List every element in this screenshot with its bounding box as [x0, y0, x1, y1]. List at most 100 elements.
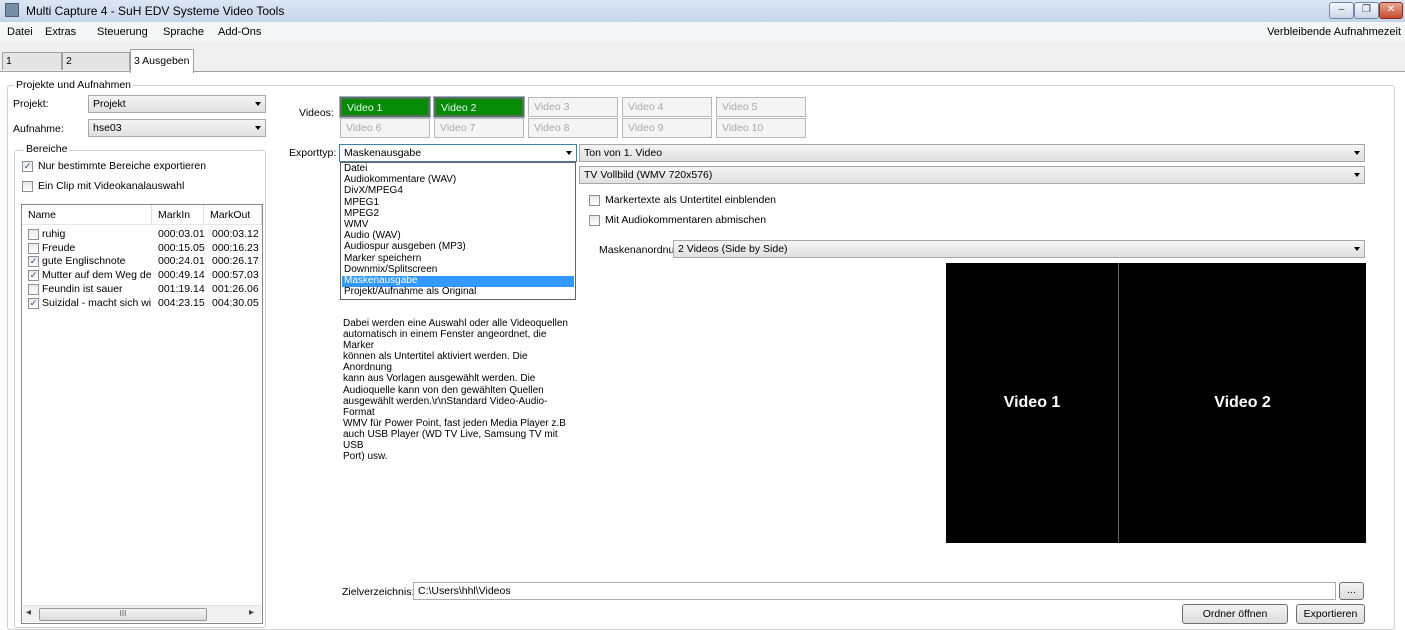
format-combo[interactable]: TV Vollbild (WMV 720x576): [579, 166, 1365, 184]
tab-anschauen[interactable]: 2 Anschauen: [62, 52, 130, 84]
tab-aufnahme[interactable]: 1 Aufnahme: [2, 52, 62, 84]
dropdown-option[interactable]: Datei: [342, 163, 574, 175]
only-selected-label: Nur bestimmte Bereiche exportieren: [38, 160, 207, 172]
row-name: Feundin ist sauer: [42, 282, 123, 295]
target-dir-input[interactable]: C:\Users\hhl\Videos: [413, 582, 1336, 600]
row-markin: 000:15.05: [158, 241, 205, 254]
dropdown-option[interactable]: Audiospur ausgeben (MP3): [342, 242, 574, 253]
row-checkbox[interactable]: [28, 229, 39, 240]
dropdown-option[interactable]: MPEG2: [342, 208, 574, 220]
chevron-down-icon: [255, 102, 261, 106]
marker-subtitle-checkbox[interactable]: [589, 195, 600, 206]
chevron-down-icon: [1354, 247, 1360, 251]
scroll-thumb[interactable]: III: [39, 608, 207, 621]
row-markout: 001:26.06: [212, 282, 259, 295]
chevron-down-icon: [255, 126, 261, 130]
list-item[interactable]: ✓ Mutter auf dem Weg de... 000:49.14 000:57…: [22, 269, 262, 282]
export-type-dropdown-list[interactable]: Datei Audiokommentare (WAV) DivX/MPEG4 MPEG…: [340, 162, 576, 300]
dropdown-option[interactable]: DivX/MPEG4: [342, 186, 574, 197]
mix-audio-label: Mit Audiokommentaren abmischen: [605, 214, 767, 226]
chevron-down-icon: [566, 151, 572, 155]
audio-source-combo[interactable]: Ton von 1. Video: [579, 144, 1365, 162]
list-item[interactable]: Freude 000:15.05 000:16.23: [22, 242, 262, 255]
menu-steuerung[interactable]: Steuerung: [97, 26, 148, 38]
dropdown-option[interactable]: WMV: [342, 219, 574, 231]
video-button-2[interactable]: Video 2: [433, 96, 525, 118]
row-checkbox[interactable]: ✓: [28, 297, 39, 309]
app-icon: [5, 3, 19, 17]
projects-group-label: Projekte und Aufnahmen: [14, 79, 133, 91]
close-button[interactable]: ✕: [1379, 2, 1403, 19]
column-header-name[interactable]: Name: [22, 205, 152, 225]
dropdown-option[interactable]: Audiokommentare (WAV): [342, 174, 574, 186]
row-markin: 000:03.01: [158, 228, 205, 240]
list-item[interactable]: ruhig 000:03.01 000:03.12: [22, 228, 262, 241]
preview-video-1: Video 1: [1003, 394, 1061, 411]
export-type-value: Maskenausgabe: [344, 147, 422, 159]
row-markout: 004:30.05: [212, 296, 259, 309]
minimize-button[interactable]: –: [1329, 2, 1354, 19]
video-button-7[interactable]: Video 7: [434, 118, 524, 138]
row-name: Mutter auf dem Weg de...: [42, 269, 152, 282]
row-markout: 000:16.23: [212, 241, 259, 254]
export-description: Dabei werden eine Auswahl oder alle Vide…: [343, 318, 568, 463]
row-markout: 000:26.17: [212, 255, 259, 268]
row-name: Freude: [42, 241, 76, 254]
export-type-combo[interactable]: Maskenausgabe: [339, 144, 577, 162]
video-button-5[interactable]: Video 5: [716, 97, 806, 117]
one-clip-checkbox[interactable]: [22, 181, 33, 192]
list-item[interactable]: ✓ Suizidal - macht sich wi... 004:23.15 004…: [22, 297, 262, 310]
tab-ausgeben[interactable]: 3 Ausgeben: [130, 49, 194, 73]
menu-extras[interactable]: Extras: [45, 26, 76, 38]
open-folder-button[interactable]: Ordner öffnen: [1182, 604, 1288, 624]
export-button[interactable]: Exportieren: [1296, 604, 1365, 624]
row-checkbox[interactable]: [28, 283, 39, 295]
recording-label: Aufnahme:: [13, 123, 64, 135]
row-checkbox[interactable]: [28, 242, 39, 254]
row-checkbox[interactable]: ✓: [28, 270, 39, 282]
dropdown-option[interactable]: Downmix/Splitscreen: [342, 264, 574, 276]
horizontal-scrollbar[interactable]: ◂ III ▸: [23, 605, 261, 622]
menu-add-ons[interactable]: Add-Ons: [218, 26, 261, 38]
video-button-4[interactable]: Video 4: [622, 97, 712, 117]
list-item[interactable]: Feundin ist sauer 001:19.14 001:26.06: [22, 283, 262, 296]
browse-button[interactable]: ...: [1339, 582, 1364, 600]
remaining-time-label: Verbleibende Aufnahmezeit: [1267, 26, 1401, 38]
video-button-8[interactable]: Video 8: [528, 118, 618, 138]
mix-audio-checkbox[interactable]: [589, 215, 600, 226]
mask-arrangement-combo[interactable]: 2 Videos (Side by Side): [673, 240, 1365, 258]
dropdown-option[interactable]: Audio (WAV): [342, 230, 574, 242]
menu-bar: Datei Extras Steuerung Sprache Add-Ons V…: [0, 22, 1405, 42]
dropdown-option[interactable]: Marker speichern: [342, 253, 574, 265]
video-button-3[interactable]: Video 3: [528, 97, 618, 117]
only-selected-checkbox[interactable]: ✓: [22, 161, 33, 172]
recording-combo-value: hse03: [93, 122, 122, 134]
dropdown-option[interactable]: Maskenausgabe: [342, 275, 574, 287]
row-markout: 000:03.12: [212, 228, 259, 240]
row-markin: 000:24.01: [158, 255, 205, 268]
project-combo[interactable]: Projekt: [88, 95, 266, 113]
videos-label: Videos:: [299, 107, 334, 119]
menu-datei[interactable]: Datei: [7, 26, 33, 38]
video-button-9[interactable]: Video 9: [622, 118, 712, 138]
dropdown-option[interactable]: MPEG1: [342, 197, 574, 209]
maximize-button[interactable]: ❐: [1354, 2, 1379, 19]
video-button-10[interactable]: Video 10: [716, 118, 806, 138]
mask-preview: Video 1 Video 2: [946, 263, 1366, 543]
row-name: ruhig: [42, 228, 66, 240]
menu-sprache[interactable]: Sprache: [163, 26, 204, 38]
list-item[interactable]: ✓ gute Englischnote 000:24.01 000:26.17: [22, 255, 262, 268]
column-header-markin[interactable]: MarkIn: [152, 205, 204, 225]
scroll-left-arrow-icon[interactable]: ◂: [26, 607, 31, 618]
column-header-markout[interactable]: MarkOut: [204, 205, 262, 225]
video-button-1[interactable]: Video 1: [339, 96, 431, 118]
video-button-6[interactable]: Video 6: [340, 118, 430, 138]
recording-combo[interactable]: hse03: [88, 119, 266, 137]
row-checkbox[interactable]: ✓: [28, 256, 39, 268]
row-markin: 001:19.14: [158, 282, 205, 295]
dropdown-option[interactable]: Projekt/Aufnahme als Original: [342, 286, 574, 298]
preview-video-2: Video 2: [1214, 394, 1271, 411]
ranges-list[interactable]: Name MarkIn MarkOut ruhig 000:03.01 000:03…: [21, 204, 263, 624]
export-type-label: Exporttyp:: [289, 147, 337, 159]
scroll-right-arrow-icon[interactable]: ▸: [249, 607, 254, 618]
